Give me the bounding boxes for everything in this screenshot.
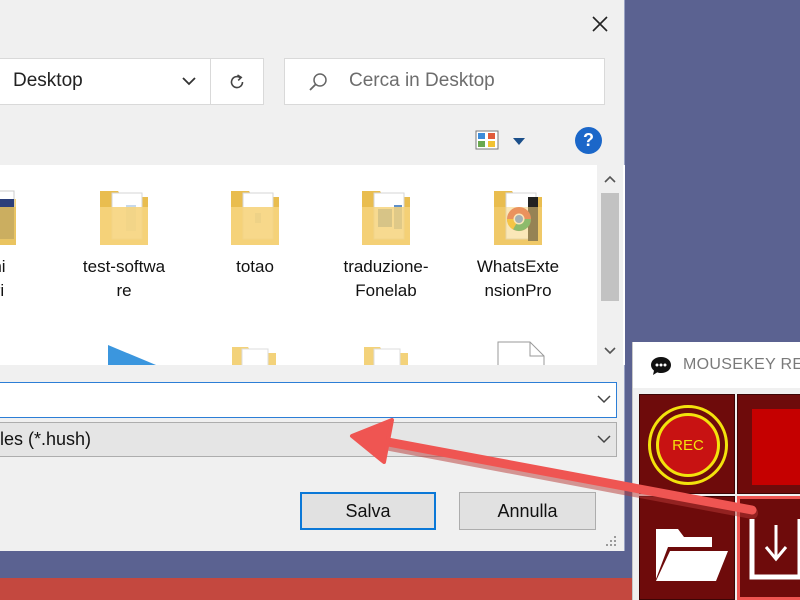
chevron-down-icon <box>597 435 611 444</box>
file-item[interactable]: test-softwa re <box>64 185 184 303</box>
search-box[interactable]: Cerca in Desktop <box>284 58 605 105</box>
chevron-up-icon <box>604 175 616 183</box>
stop-tile[interactable] <box>737 394 800 494</box>
mousekey-title: MOUSEKEY RE <box>683 356 800 373</box>
scroll-down-button[interactable] <box>597 341 623 361</box>
filetype-value: les (*.hush) <box>0 429 92 449</box>
help-button[interactable]: ? <box>575 127 602 154</box>
view-dropdown-button[interactable] <box>512 133 526 151</box>
chat-bubble-icon <box>651 357 671 375</box>
file-label: totao <box>236 257 274 276</box>
file-item[interactable]: traduzione- Fonelab <box>326 185 446 303</box>
search-placeholder: Cerca in Desktop <box>349 70 495 91</box>
file-label: mini nari : <box>0 257 6 300</box>
change-view-button[interactable] <box>474 127 500 153</box>
document-folder-icon <box>0 190 16 245</box>
close-button[interactable] <box>578 6 622 42</box>
refresh-icon <box>230 73 244 88</box>
cancel-button[interactable]: Annulla <box>459 492 596 530</box>
file-label: WhatsExte nsionPro <box>476 257 560 300</box>
address-dropdown-button[interactable] <box>168 59 210 104</box>
folder-icon <box>231 191 279 245</box>
filetype-select[interactable]: les (*.hush) <box>0 422 617 457</box>
chevron-down-icon <box>182 77 196 86</box>
shortcut-icon <box>108 345 156 365</box>
close-icon <box>592 16 608 32</box>
triangle-down-icon <box>513 138 525 145</box>
download-icon <box>749 519 800 580</box>
record-tile[interactable]: REC <box>639 394 735 494</box>
folder-icon <box>362 191 410 245</box>
chevron-down-icon <box>604 347 616 355</box>
rec-label: REC <box>656 413 720 477</box>
view-options-icon <box>475 130 499 150</box>
file-list: mini nari : test-softwa re totao <box>0 165 625 365</box>
vertical-scrollbar[interactable] <box>597 165 623 365</box>
chrome-folder-icon <box>494 191 542 245</box>
folder-open-icon <box>656 529 728 581</box>
mousekey-titlebar[interactable]: MOUSEKEY RE <box>633 342 800 388</box>
folder-icon <box>100 191 148 245</box>
refresh-button[interactable] <box>211 59 263 104</box>
question-mark-icon: ? <box>583 130 594 150</box>
scroll-up-button[interactable] <box>597 169 623 189</box>
stop-icon <box>752 409 800 485</box>
address-bar[interactable]: Desktop <box>0 58 264 105</box>
file-icon <box>497 341 545 365</box>
mousekey-window: MOUSEKEY RE REC <box>632 342 800 600</box>
resize-grip-icon[interactable] <box>604 534 618 548</box>
address-location: Desktop <box>13 70 83 91</box>
scrollbar-thumb[interactable] <box>601 193 619 301</box>
open-tile[interactable] <box>639 496 735 600</box>
file-label: traduzione- Fonelab <box>343 257 429 300</box>
folder-icon <box>364 347 408 365</box>
chevron-down-icon[interactable] <box>596 391 612 407</box>
folder-icon <box>232 347 276 365</box>
save-dialog: Desktop Cerca in Desktop ? i i test-soft… <box>0 0 625 551</box>
save-button[interactable]: Salva <box>300 492 436 530</box>
search-icon <box>309 73 327 91</box>
save-tile[interactable] <box>737 496 800 600</box>
file-item[interactable]: totao <box>195 185 315 279</box>
file-item[interactable]: mini nari : <box>0 185 50 327</box>
filename-input[interactable] <box>0 382 617 418</box>
file-label: test-softwa re <box>82 257 166 300</box>
record-button[interactable]: REC <box>648 405 728 485</box>
taskbar-strip <box>0 578 640 600</box>
file-item[interactable]: WhatsExte nsionPro <box>458 185 578 303</box>
